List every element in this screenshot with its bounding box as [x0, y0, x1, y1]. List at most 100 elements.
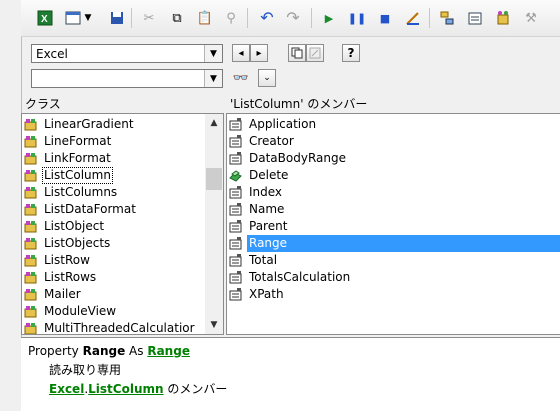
class-list-item[interactable]: ModuleView — [22, 303, 205, 320]
class-list-item[interactable]: ListColumn — [22, 167, 205, 184]
member-list-item-label: Name — [249, 202, 285, 216]
class-icon — [24, 237, 37, 250]
member-list-item-label: XPath — [249, 287, 284, 301]
class-icon — [24, 169, 37, 182]
left-edge-panel — [0, 0, 22, 410]
property-icon — [229, 254, 242, 267]
search-button[interactable]: 👓 — [232, 69, 250, 87]
paste-icon[interactable]: 📋 — [195, 8, 215, 28]
class-icon — [24, 322, 37, 334]
class-list-item-label: ListRow — [44, 253, 90, 267]
scroll-down-icon[interactable]: ▼ — [205, 316, 223, 334]
class-list-item[interactable]: LinkFormat — [22, 150, 205, 167]
redo-icon[interactable]: ↷ — [283, 8, 303, 28]
detail-as-word: As — [129, 344, 144, 358]
member-list-item[interactable]: Application — [227, 116, 560, 133]
undo-icon[interactable]: ↶ — [257, 8, 277, 28]
member-list-item[interactable]: Parent — [227, 218, 560, 235]
cut-icon[interactable]: ✂ — [139, 8, 159, 28]
class-icon — [24, 288, 37, 301]
member-list-item[interactable]: TotalsCalculation — [227, 269, 560, 286]
design-mode-icon[interactable] — [403, 8, 423, 28]
property-icon — [229, 288, 242, 301]
insert-userform-icon[interactable] — [63, 8, 83, 28]
property-icon — [229, 152, 242, 165]
toolbar-separator — [131, 8, 132, 28]
toolbox-icon[interactable]: ⚒ — [521, 8, 541, 28]
find-icon[interactable]: ⚲ — [221, 8, 241, 28]
members-list[interactable]: Application Creator DataBodyRange Delete Ind… — [226, 113, 560, 335]
class-list-item[interactable]: MultiThreadedCalculatior — [22, 320, 205, 334]
excel-view-icon[interactable]: X — [35, 8, 55, 28]
view-definition-button[interactable] — [306, 44, 324, 62]
class-icon — [24, 135, 37, 148]
class-list-item[interactable]: LineFormat — [22, 133, 205, 150]
library-combo[interactable]: Excel ▼ — [31, 44, 223, 63]
detail-member-of: Excel.ListColumn のメンバー — [49, 380, 227, 397]
scroll-thumb[interactable] — [206, 168, 222, 190]
member-list-item[interactable]: Name — [227, 201, 560, 218]
member-list-item-label: Delete — [249, 168, 289, 182]
class-icon — [24, 271, 37, 284]
search-combo[interactable]: ▼ — [31, 69, 223, 88]
copy-icon[interactable]: ⧉ — [167, 8, 187, 28]
back-button[interactable]: ◂ — [232, 44, 250, 62]
run-icon[interactable]: ▶ — [319, 8, 339, 28]
object-browser-icon[interactable] — [493, 8, 513, 28]
classes-list[interactable]: LinearGradient LineFormat LinkFormat ListCo… — [21, 113, 224, 335]
class-list-item-label: LinearGradient — [44, 117, 134, 131]
member-list-item[interactable]: Creator — [227, 133, 560, 150]
class-list-item[interactable]: ListColumns — [22, 184, 205, 201]
class-list-item[interactable]: Mailer — [22, 286, 205, 303]
project-explorer-icon[interactable] — [437, 8, 457, 28]
member-list-item[interactable]: DataBodyRange — [227, 150, 560, 167]
class-icon — [24, 254, 37, 267]
class-list-item[interactable]: ListDataFormat — [22, 201, 205, 218]
member-list-item[interactable]: Range — [229, 235, 560, 252]
chevron-down-icon[interactable]: ▼ — [204, 45, 222, 62]
detail-pane: Property Range As Range 読み取り専用 Excel.Lis… — [21, 337, 560, 411]
dropdown-arrow-icon[interactable]: ▼ — [83, 8, 93, 28]
detail-class-link[interactable]: ListColumn — [88, 382, 163, 396]
help-icon: ? — [347, 46, 355, 60]
class-list-item[interactable]: ListObjects — [22, 235, 205, 252]
member-list-item-label: Creator — [249, 134, 294, 148]
class-list-item[interactable]: ListRow — [22, 252, 205, 269]
class-list-item-label: ListColumns — [44, 185, 118, 199]
binoculars-icon: 👓 — [232, 70, 250, 86]
member-list-item[interactable]: XPath — [227, 286, 560, 303]
detail-library-link[interactable]: Excel — [49, 382, 84, 396]
property-icon — [229, 237, 242, 250]
save-icon[interactable] — [107, 8, 127, 28]
properties-window-icon[interactable] — [465, 8, 485, 28]
toolbar-separator — [429, 8, 430, 28]
forward-icon: ▸ — [256, 47, 262, 59]
class-list-item-label: ListObject — [44, 219, 105, 233]
member-list-item-label: Range — [249, 236, 288, 250]
member-list-item[interactable]: Index — [227, 184, 560, 201]
scroll-up-icon[interactable]: ▲ — [205, 114, 223, 132]
class-list-item-label: LinkFormat — [44, 151, 111, 165]
class-list-item-label: ListObjects — [44, 236, 111, 250]
toolbar-separator — [311, 8, 312, 28]
classes-scrollbar[interactable]: ▲ ▼ — [205, 114, 223, 334]
copy-to-clipboard-button[interactable] — [288, 44, 306, 62]
member-list-item-label: Index — [249, 185, 283, 199]
help-button[interactable]: ? — [342, 44, 360, 62]
break-icon[interactable]: ❚❚ — [347, 8, 367, 28]
class-list-item-label: ListDataFormat — [44, 202, 136, 216]
toggle-search-results-button[interactable]: ⌄ — [258, 69, 276, 87]
class-list-item[interactable]: LinearGradient — [22, 116, 205, 133]
class-list-item[interactable]: ListRows — [22, 269, 205, 286]
class-list-item-label: LineFormat — [44, 134, 112, 148]
class-list-item[interactable]: ListObject — [22, 218, 205, 235]
reset-icon[interactable]: ■ — [375, 8, 395, 28]
member-list-item[interactable]: Delete — [227, 167, 560, 184]
members-header: 'ListColumn' のメンバー — [230, 97, 368, 111]
chevron-down-icon[interactable]: ▼ — [204, 70, 222, 87]
forward-button[interactable]: ▸ — [250, 44, 268, 62]
detail-type-link[interactable]: Range — [147, 344, 190, 358]
class-list-item-label: ModuleView — [44, 304, 117, 318]
property-icon — [229, 186, 242, 199]
member-list-item[interactable]: Total — [227, 252, 560, 269]
